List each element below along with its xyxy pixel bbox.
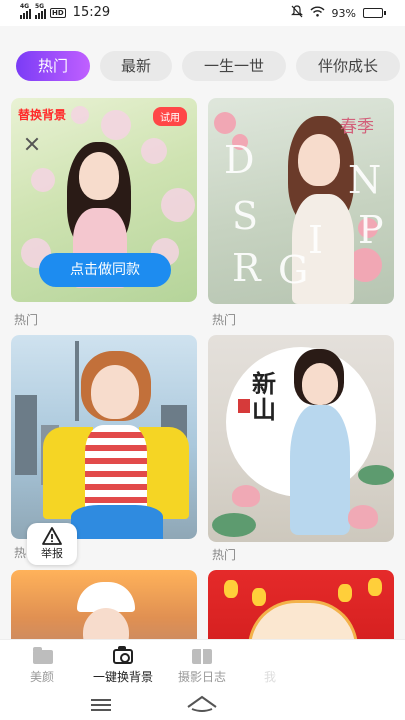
face-shape: [91, 365, 139, 419]
warning-icon: [42, 527, 62, 545]
category-tabs: 热门 最新 一生一世 伴你成长: [16, 51, 405, 81]
card-caption-4: 热门: [212, 548, 237, 562]
status-right: 93%: [290, 5, 386, 21]
spring-stamp: 春季: [340, 117, 374, 137]
deco-letter: N: [348, 158, 382, 202]
network-type-1: 4G: [20, 2, 30, 10]
watermark-logo: [296, 634, 396, 696]
striped-shirt: [85, 425, 147, 515]
template-image-5: [11, 570, 197, 650]
battery-icon: [363, 8, 386, 18]
home-icon[interactable]: [186, 695, 218, 713]
report-button[interactable]: 举报: [27, 523, 77, 565]
hd-badge: HD: [50, 7, 66, 18]
template-card-3[interactable]: [11, 335, 197, 539]
template-card-2[interactable]: D N S P R I G 春季: [208, 98, 394, 304]
folder-icon: [29, 646, 55, 666]
deco-letter: S: [232, 194, 259, 238]
card-caption-1: 热门: [14, 313, 39, 327]
camera-icon: [110, 646, 136, 666]
user-icon: [257, 646, 283, 666]
status-bar: 4G 5G HD 15:29 93%: [0, 0, 405, 26]
close-icon[interactable]: [24, 136, 40, 152]
nav-beauty-label: 美颜: [29, 670, 54, 684]
deco-letter: R: [232, 246, 261, 290]
card-caption-3: 热: [14, 546, 27, 560]
template-card-1[interactable]: 替换背景 试用 点击做同款: [11, 98, 197, 302]
skirt-shape: [71, 505, 163, 539]
deco-letter: P: [358, 208, 384, 252]
status-left: 4G 5G HD 15:29: [20, 3, 111, 20]
card-caption-2: 热门: [212, 313, 237, 327]
nav-photo-log-label: 摄影日志: [177, 670, 226, 684]
template-image-3: [11, 335, 197, 539]
nav-change-background[interactable]: 一键换背景: [84, 646, 162, 685]
tab-lifetime[interactable]: 一生一世: [182, 51, 286, 81]
template-image-2: D N S P R I G 春季: [208, 98, 394, 304]
signal-icon-2: 5G: [35, 3, 46, 19]
network-type-2: 5G: [35, 2, 45, 10]
battery-percent: 93%: [331, 6, 356, 20]
nav-me[interactable]: 我: [250, 646, 290, 685]
calligraphy-title: 新 山: [252, 369, 276, 424]
nav-photo-log[interactable]: 摄影日志: [170, 646, 234, 685]
tab-latest[interactable]: 最新: [100, 51, 172, 81]
face-shape: [302, 363, 338, 405]
deco-letter: I: [308, 218, 324, 262]
clock: 15:29: [72, 5, 111, 20]
replace-background-tag: 替换背景: [18, 108, 67, 122]
nav-beauty[interactable]: 美颜: [22, 646, 62, 685]
tab-grow-with-you[interactable]: 伴你成长: [296, 51, 400, 81]
face-shape: [79, 152, 119, 200]
template-image-4: 新 山: [208, 335, 394, 542]
menu-icon[interactable]: [91, 699, 111, 711]
wifi-icon: [310, 6, 325, 20]
signal-icon: 4G: [20, 3, 31, 19]
tab-hot[interactable]: 热门: [16, 51, 90, 81]
deco-letter: D: [224, 138, 255, 182]
nav-me-label: 我: [263, 670, 276, 684]
qipao-dress: [290, 405, 350, 535]
trial-badge: 试用: [153, 107, 187, 126]
nav-change-background-label: 一键换背景: [92, 670, 153, 684]
back-icon[interactable]: [292, 697, 312, 713]
red-seal: [238, 399, 250, 413]
template-card-4[interactable]: 新 山: [208, 335, 394, 542]
report-label: 举报: [41, 547, 63, 560]
face-shape: [298, 134, 340, 186]
make-same-button[interactable]: 点击做同款: [39, 253, 171, 287]
mute-icon: [290, 5, 303, 21]
book-icon: [189, 646, 215, 666]
deco-letter: G: [278, 248, 309, 292]
template-card-5[interactable]: [11, 570, 197, 650]
